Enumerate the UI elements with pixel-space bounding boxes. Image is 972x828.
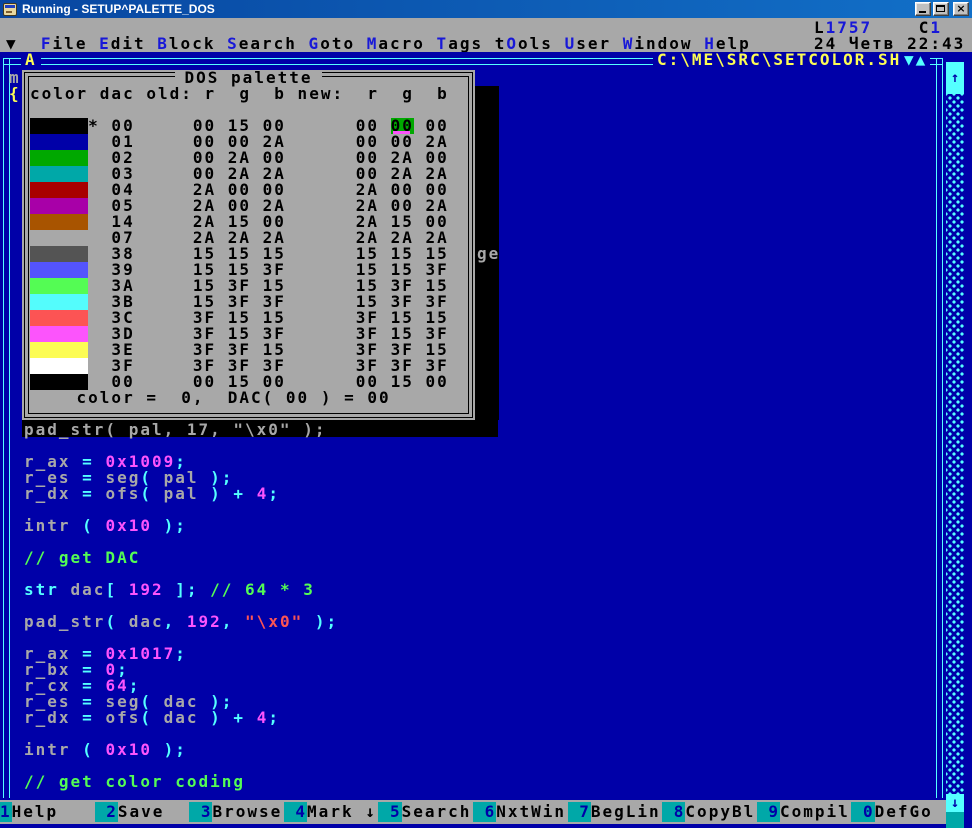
fnkey-label: Compil bbox=[780, 802, 850, 821]
window-titlebar: Running - SETUP^PALETTE_DOS × bbox=[0, 0, 972, 18]
fnkey-label: CopyBl bbox=[685, 802, 756, 821]
palette-status-line: color = 0, DAC( 00 ) = 00 bbox=[30, 388, 391, 407]
fnkey-label: NxtWin bbox=[496, 802, 567, 821]
scrollbar-track[interactable] bbox=[946, 94, 964, 794]
fnkey-number: 2 bbox=[94, 802, 118, 822]
occluded-code-fragment: ge bbox=[477, 244, 501, 263]
fnkey-label: Search bbox=[401, 802, 472, 821]
collapse-icons[interactable]: ▼▲ bbox=[901, 52, 931, 68]
code-line: // get color coding bbox=[24, 772, 246, 791]
fnkey-label: Save bbox=[117, 802, 165, 821]
menu-bar: ▼ File Edit Block Search Goto Macro Tags… bbox=[6, 34, 751, 53]
scroll-down-arrow[interactable]: ↓ bbox=[946, 794, 964, 812]
fnkey-number: 3 bbox=[189, 802, 213, 822]
menu-item-goto[interactable]: Goto bbox=[309, 34, 356, 53]
window-border-right bbox=[936, 58, 943, 798]
fnkey-9-compil[interactable]: 9 Compil bbox=[756, 800, 852, 824]
menu-item-file[interactable]: File bbox=[41, 34, 88, 53]
fnkey-7-beglin[interactable]: 7 BegLin bbox=[567, 800, 663, 824]
dos-palette-dialog: DOS palette color dac old: r g b new: r … bbox=[22, 70, 475, 420]
minimize-button[interactable] bbox=[915, 2, 931, 16]
window-border-left bbox=[3, 58, 10, 798]
code-line: str dac[ 192 ]; // 64 * 3 bbox=[24, 580, 315, 599]
maximize-button[interactable] bbox=[933, 2, 949, 16]
window-title: Running - SETUP^PALETTE_DOS bbox=[22, 2, 215, 16]
fnkey-1-help[interactable]: 1 Help bbox=[0, 800, 95, 824]
menu-item-tags[interactable]: Tags bbox=[437, 34, 484, 53]
code-line: r_dx = ofs( pal ) + 4; bbox=[24, 484, 280, 503]
fnkey-label: Help bbox=[11, 802, 59, 821]
menu-item-block[interactable]: Block bbox=[157, 34, 215, 53]
fnkey-number: 4 bbox=[283, 802, 308, 822]
code-line-marked: pad_str( pal, 17, "\x0" ); bbox=[24, 420, 327, 439]
close-icon: × bbox=[956, 2, 966, 15]
file-path: C:\ME\SRC\SETCOLOR.SH bbox=[653, 52, 906, 68]
code-line: pad_str( dac, 192, "\x0" ); bbox=[24, 612, 339, 631]
code-line: intr ( 0x10 ); bbox=[24, 740, 187, 759]
fnkey-number: 6 bbox=[472, 802, 497, 822]
fnkey-number: 9 bbox=[756, 802, 781, 822]
msdos-app-icon bbox=[3, 2, 17, 16]
menu-item-search[interactable]: Search bbox=[227, 34, 297, 53]
maximize-icon bbox=[936, 5, 945, 12]
fnkey-5-search[interactable]: 5 Search bbox=[378, 800, 473, 824]
fnkey-2-save[interactable]: 2 Save bbox=[94, 800, 190, 824]
code-line: r_dx = ofs( dac ) + 4; bbox=[24, 708, 280, 727]
code-line: intr ( 0x10 ); bbox=[24, 516, 187, 535]
menu-item-edit[interactable]: Edit bbox=[99, 34, 146, 53]
code-line: // get DAC bbox=[24, 548, 141, 567]
fnkey-number: 1 bbox=[0, 802, 12, 822]
menu-item-user[interactable]: User bbox=[565, 34, 612, 53]
scroll-up-arrow[interactable]: ↑ bbox=[946, 62, 964, 94]
minimize-icon bbox=[919, 11, 926, 13]
scrollbar-end-cell bbox=[946, 812, 964, 828]
fnkey-4-mark[interactable]: 4 Mark ↓ bbox=[283, 800, 379, 824]
close-button[interactable]: × bbox=[953, 2, 969, 16]
fnkey-3-browse[interactable]: 3 Browse bbox=[189, 800, 284, 824]
code-area: pad_str( pal, 17, "\x0" ); r_ax = 0x1009;… bbox=[24, 422, 338, 790]
fnkey-label: Mark ↓ bbox=[307, 802, 377, 821]
fnkey-8-copybl[interactable]: 8 CopyBl bbox=[662, 800, 757, 824]
fnkey-label: Browse bbox=[212, 802, 283, 821]
occluded-code-fragment: { bbox=[9, 84, 21, 103]
editor-window[interactable]: A C:\ME\SRC\SETCOLOR.SH ▼▲ ↑ ↓ m { ge pa… bbox=[0, 52, 972, 828]
menu-item-macro[interactable]: Macro bbox=[367, 34, 425, 53]
fnkey-label: BegLin bbox=[590, 802, 661, 821]
fnkey-label: DefGo bbox=[874, 802, 933, 821]
fnkey-number: 0 bbox=[851, 802, 875, 822]
fnkey-number: 8 bbox=[662, 802, 686, 822]
fnkey-0-defgo[interactable]: 0 DefGo bbox=[851, 800, 946, 824]
function-key-bar: 1 Help 2 Save 3 Browse 4 Mark ↓ 5 Search 6 Nxt… bbox=[0, 800, 946, 824]
fnkey-number: 5 bbox=[378, 802, 402, 822]
palette-column-headers: color dac old: r g b new: r g b bbox=[30, 84, 449, 103]
fnkey-number: 7 bbox=[567, 802, 591, 822]
fnkey-6-nxtwin[interactable]: 6 NxtWin bbox=[472, 800, 568, 824]
menu-item-tools[interactable]: tOols bbox=[495, 34, 553, 53]
window-tag: A bbox=[21, 52, 41, 68]
